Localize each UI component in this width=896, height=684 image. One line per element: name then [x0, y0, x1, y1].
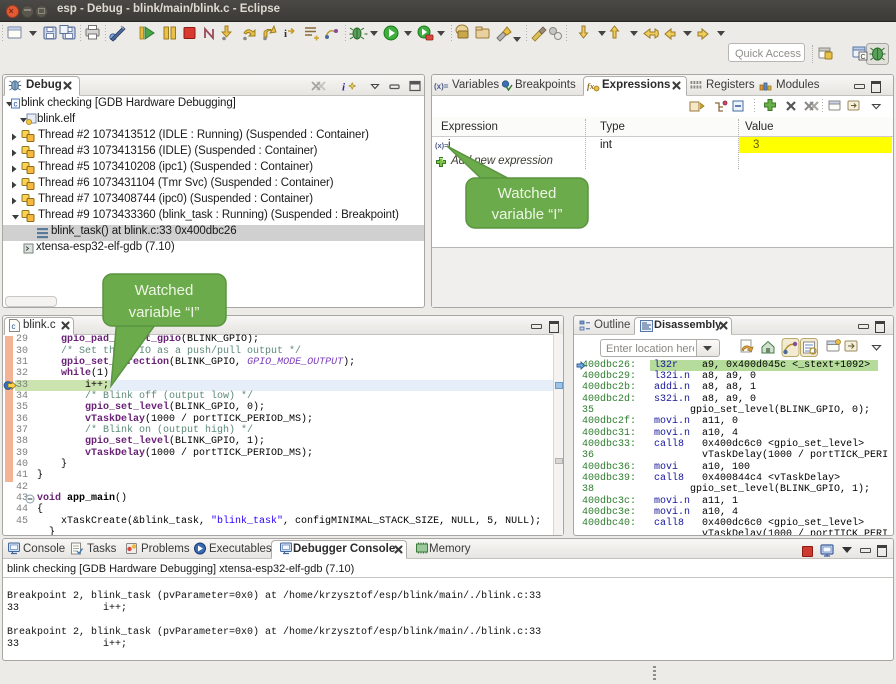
svg-text:variable “I”: variable “I” [129, 304, 200, 321]
svg-text:variable “I”: variable “I” [492, 206, 563, 223]
svg-text:Watched: Watched [498, 185, 557, 202]
svg-text:Watched: Watched [135, 282, 194, 299]
